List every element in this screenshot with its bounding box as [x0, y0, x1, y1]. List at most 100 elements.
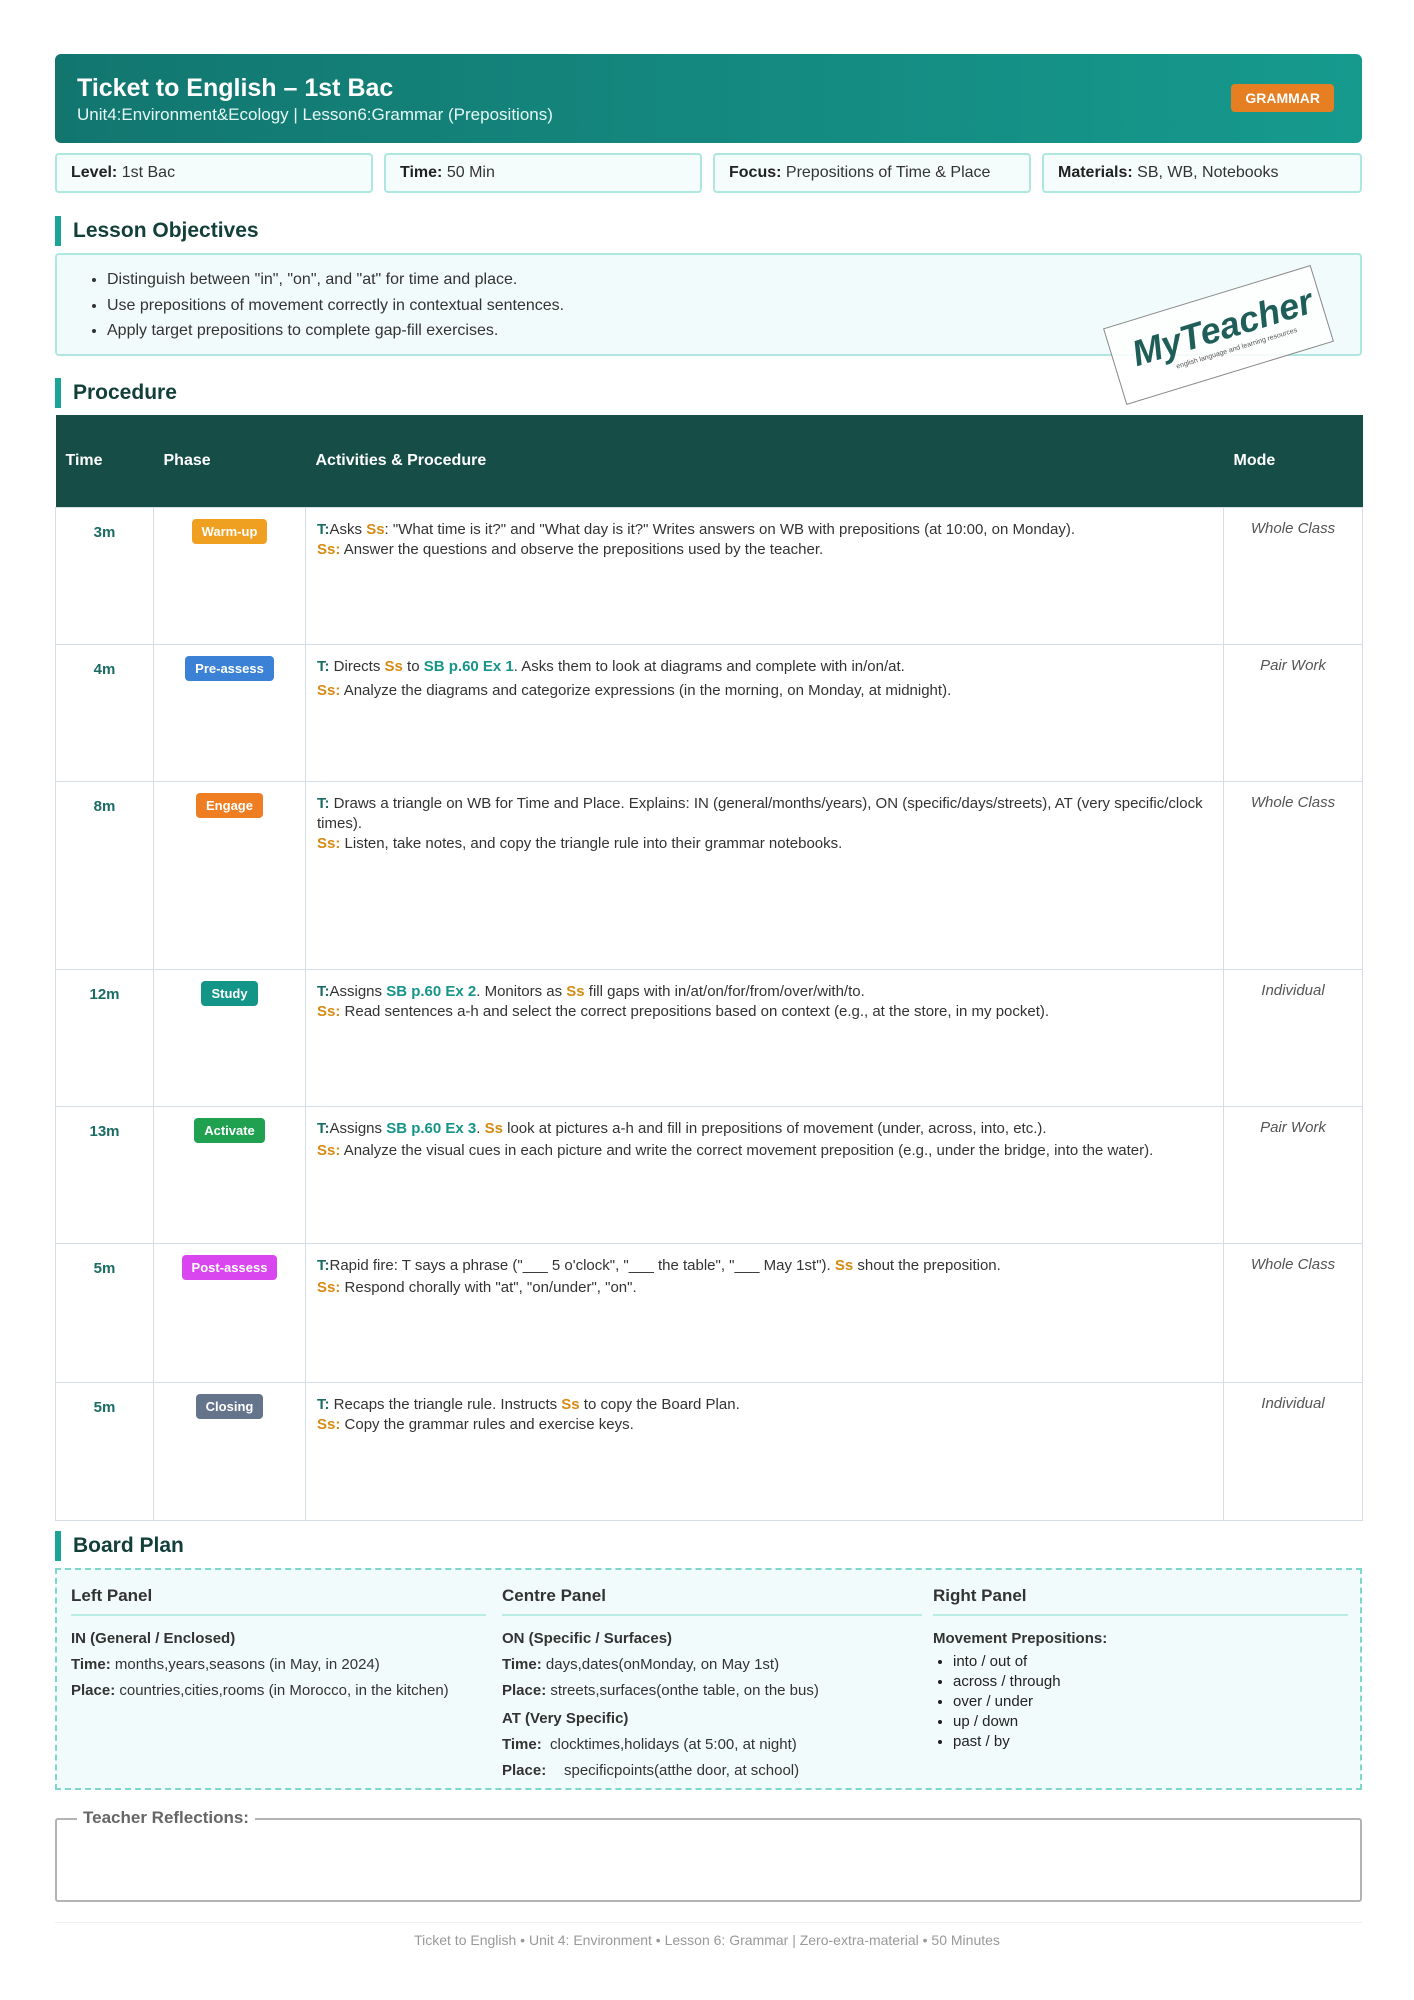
teacher-text: to	[402, 657, 424, 675]
list-item: across / through	[953, 1672, 1348, 1692]
row-phase: Pre-assess	[153, 643, 306, 782]
phase-pill: Study	[201, 980, 258, 1006]
row-phase: Closing	[153, 1381, 306, 1521]
students-text: Listen, take notes, and copy the triangl…	[344, 834, 843, 852]
objective-item: Distinguish between "in", "on", and "at"…	[107, 267, 1360, 293]
teacher-line: T: Draws a triangle on WB for Time and P…	[317, 794, 1213, 834]
students-line: Ss: Read sentences a-h and select the co…	[317, 1002, 1213, 1022]
row-mode: Whole Class	[1223, 1242, 1363, 1383]
row-phase: Study	[153, 968, 306, 1107]
row-activities: T: Draws a triangle on WB for Time and P…	[305, 780, 1224, 970]
teacher-text: . Monitors as	[476, 982, 567, 1000]
right-panel-title: Right Panel	[933, 1578, 1348, 1616]
students-ref: Ss	[834, 1256, 854, 1274]
students-label: Ss:	[317, 1278, 341, 1296]
row-mode: Individual	[1223, 968, 1363, 1107]
row-activities: T:Asks Ss: "What time is it?" and "What …	[305, 506, 1224, 645]
students-text: Analyze the visual cues in each picture …	[343, 1141, 1154, 1159]
page-subtitle: Unit4:Environment&Ecology | Lesson6:Gram…	[77, 105, 553, 124]
teacher-label: T:	[317, 1395, 330, 1413]
info-level: Level: 1st Bac	[55, 153, 373, 193]
list-item: up / down	[953, 1712, 1348, 1732]
info-materials-label: Materials:	[1058, 164, 1133, 181]
teacher-label: T:	[317, 520, 330, 538]
teacher-reflections-label: Teacher Reflections:	[77, 1808, 255, 1828]
row-phase: Activate	[153, 1105, 306, 1244]
phase-pill: Closing	[195, 1393, 264, 1419]
students-text: Respond chorally with "at", "on/under", …	[344, 1278, 637, 1296]
students-label: Ss:	[317, 834, 341, 852]
row-time: 12m	[55, 968, 154, 1107]
page-title: Ticket to English – 1st Bac	[77, 74, 394, 102]
teacher-line: T:Assigns SB p.60 Ex 3. Ss look at pictu…	[317, 1119, 1213, 1139]
row-activities: T:Rapid fire: T says a phrase ("___ 5 o'…	[305, 1242, 1224, 1383]
list-item: past / by	[953, 1732, 1348, 1752]
students-line: Ss: Listen, take notes, and copy the tri…	[317, 834, 1213, 854]
row-phase: Engage	[153, 780, 306, 970]
info-time: Time: 50 Min	[384, 153, 702, 193]
info-focus-value: Prepositions of Time & Place	[785, 164, 991, 181]
table-row: 8m Engage T: Draws a triangle on WB for …	[55, 780, 1363, 970]
header-banner: Ticket to English – 1st Bac Unit4:Enviro…	[55, 54, 1362, 143]
time-text: clocktimes,holidays (at 5:00, at night)	[550, 1736, 797, 1753]
info-row: Level: 1st Bac Time: 50 Min Focus: Prepo…	[55, 153, 1362, 195]
row-mode: Pair Work	[1223, 643, 1363, 782]
lesson-plan-page: Ticket to English – 1st Bac Unit4:Enviro…	[0, 0, 1414, 2000]
row-phase: Post-assess	[153, 1242, 306, 1383]
row-activities: T: Recaps the triangle rule. Instructs S…	[305, 1381, 1224, 1521]
board-right-panel: Right Panel Movement Prepositions: into …	[933, 1570, 1348, 1752]
procedure-table: Time Phase Activities & Procedure Mode 3…	[55, 415, 1363, 1521]
students-label: Ss:	[317, 1415, 341, 1433]
teacher-label: T:	[317, 1256, 330, 1274]
teacher-text: : "What time is it?" and "What day is it…	[384, 520, 1076, 538]
left-panel-place: Place: countries,cities,rooms (in Morocc…	[71, 1678, 486, 1704]
time-label: Time:	[502, 1656, 542, 1673]
row-activities: T:Assigns SB p.60 Ex 3. Ss look at pictu…	[305, 1105, 1224, 1244]
row-mode: Whole Class	[1223, 506, 1363, 645]
table-row: 5m Post-assess T:Rapid fire: T says a ph…	[55, 1242, 1363, 1383]
centre-panel-heading: ON (Specific / Surfaces)	[502, 1630, 673, 1647]
info-time-label: Time:	[400, 164, 443, 181]
movement-list: into / out of across / through over / un…	[933, 1652, 1348, 1752]
right-panel-heading: Movement Prepositions:	[933, 1630, 1108, 1647]
info-level-value: 1st Bac	[121, 164, 176, 181]
row-mode: Whole Class	[1223, 780, 1363, 970]
teacher-text: look at pictures a-h and fill in preposi…	[502, 1119, 1047, 1137]
table-row: 13m Activate T:Assigns SB p.60 Ex 3. Ss …	[55, 1105, 1363, 1244]
list-item: over / under	[953, 1692, 1348, 1712]
row-time: 5m	[55, 1381, 154, 1521]
students-line: Ss: Analyze the visual cues in each pict…	[317, 1141, 1213, 1161]
info-focus: Focus: Prepositions of Time & Place	[713, 153, 1031, 193]
students-line: Ss: Respond chorally with "at", "on/unde…	[317, 1278, 1213, 1298]
header-activities: Activities & Procedure	[305, 415, 1224, 507]
procedure-heading: Procedure	[55, 378, 177, 408]
students-label: Ss:	[317, 540, 341, 558]
board-plan-heading: Board Plan	[55, 1531, 184, 1561]
row-mode: Individual	[1223, 1381, 1363, 1521]
row-phase: Warm-up	[153, 506, 306, 645]
row-activities: T: Directs Ss to SB p.60 Ex 1. Asks them…	[305, 643, 1224, 782]
students-text: Copy the grammar rules and exercise keys…	[344, 1415, 634, 1433]
teacher-reflections-box[interactable]: Teacher Reflections:	[55, 1808, 1362, 1902]
header-phase: Phase	[153, 415, 306, 507]
teacher-label: T:	[317, 794, 330, 812]
students-line: Ss: Answer the questions and observe the…	[317, 540, 1213, 560]
students-ref: Ss	[561, 1395, 580, 1413]
grammar-badge: GRAMMAR	[1231, 84, 1334, 112]
teacher-text: Directs	[333, 657, 385, 675]
teacher-line: T:Assigns SB p.60 Ex 2. Monitors as Ss f…	[317, 982, 1213, 1002]
book-reference: SB p.60 Ex 3	[386, 1119, 477, 1137]
place-text: streets,surfaces(onthe table, on the bus…	[546, 1682, 819, 1699]
place-label: Place:	[502, 1762, 547, 1779]
teacher-text: Rapid fire: T says a phrase ("___ 5 o'cl…	[329, 1256, 835, 1274]
teacher-line: T: Recaps the triangle rule. Instructs S…	[317, 1395, 1213, 1415]
left-panel-time: Time: months,years,seasons (in May, in 2…	[71, 1652, 486, 1678]
students-ref: Ss	[484, 1119, 503, 1137]
row-activities: T:Assigns SB p.60 Ex 2. Monitors as Ss f…	[305, 968, 1224, 1107]
footer-divider	[55, 1922, 1362, 1923]
teacher-line: T:Asks Ss: "What time is it?" and "What …	[317, 520, 1213, 540]
students-ref: Ss	[384, 657, 403, 675]
info-focus-label: Focus:	[729, 164, 782, 181]
book-reference: SB p.60 Ex 2	[386, 982, 477, 1000]
phase-pill: Activate	[194, 1117, 265, 1143]
